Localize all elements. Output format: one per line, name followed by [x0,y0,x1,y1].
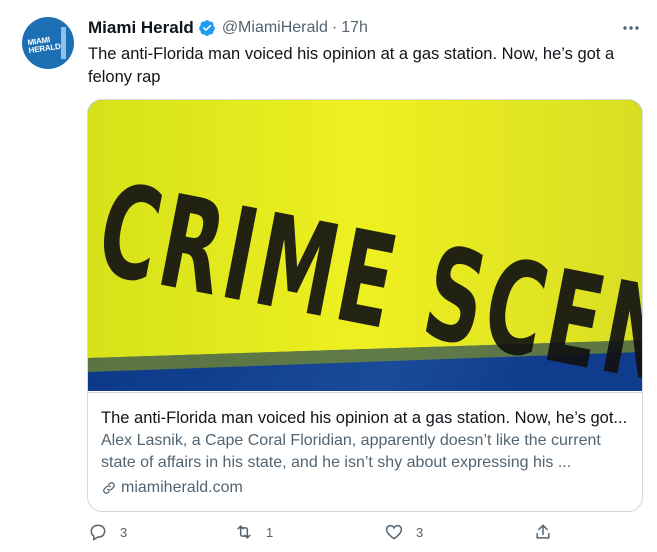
tweet-timestamp[interactable]: 17h [341,19,368,37]
heart-icon [385,524,403,540]
like-count: 3 [416,524,424,540]
tweet[interactable]: MIAMI HERALD Miami Herald @MiamiHerald ·… [0,0,657,542]
card-domain[interactable]: miamiherald.com [101,477,243,499]
card-domain-text: miamiherald.com [121,479,243,496]
reply-icon [90,524,106,541]
avatar[interactable]: MIAMI HERALD [22,17,74,69]
card-body[interactable]: The anti-Florida man voiced his opinion … [88,392,642,511]
tweet-text: The anti-Florida man voiced his opinion … [88,45,615,86]
card-description: Alex Lasnik, a Cape Coral Floridian, app… [101,432,601,471]
verified-badge-icon [198,20,215,36]
link-card[interactable]: CRIME SCENE DO NOT CROSS The anti-Florid… [87,99,643,512]
reply-count: 3 [120,524,128,540]
retweet-count: 1 [266,524,274,540]
card-image[interactable]: CRIME SCENE DO NOT CROSS [88,100,642,391]
share-button[interactable] [533,522,565,542]
share-icon [536,524,550,539]
card-title[interactable]: The anti-Florida man voiced his opinion … [101,407,631,429]
reply-button[interactable]: 3 [88,522,127,542]
link-icon [103,482,115,494]
account-name[interactable]: Miami Herald [88,18,194,38]
account-handle[interactable]: @MiamiHerald [222,19,328,37]
like-button[interactable]: 3 [384,522,423,542]
avatar-logo: MIAMI HERALD [26,35,62,56]
retweet-button[interactable]: 1 [234,522,273,542]
retweet-icon [237,525,251,539]
header-separator: · [331,19,338,36]
more-horizontal-icon[interactable] [618,18,644,38]
tweet-actions: 3 1 3 [88,522,648,552]
tweet-header: Miami Herald @MiamiHerald · 17h [88,16,368,40]
